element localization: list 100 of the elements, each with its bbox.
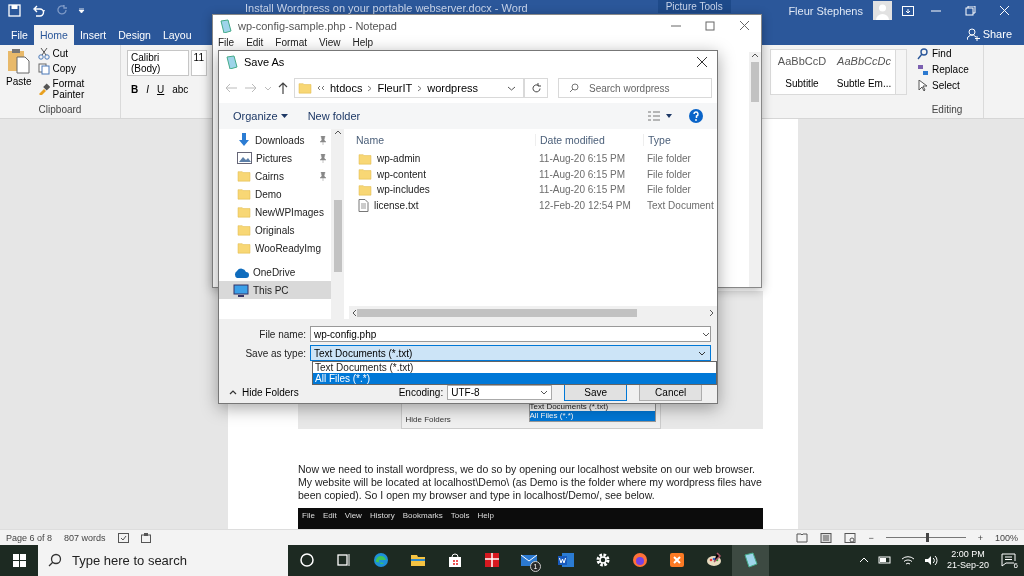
menu-item[interactable]: Format bbox=[275, 37, 308, 52]
chevron-down-icon[interactable] bbox=[506, 85, 516, 91]
font-size-field[interactable]: 11 bbox=[190, 49, 207, 76]
web-layout-icon[interactable] bbox=[844, 532, 857, 543]
navigation-scrollbar[interactable] bbox=[331, 129, 344, 319]
scrollbar-thumb[interactable] bbox=[333, 200, 342, 272]
copy-button[interactable]: Copy bbox=[37, 62, 114, 75]
breadcrumb[interactable]: wordpress bbox=[427, 82, 478, 94]
undo-icon[interactable] bbox=[31, 4, 47, 17]
gallery-scrollbar[interactable] bbox=[895, 49, 906, 94]
column-header[interactable]: Type bbox=[643, 134, 717, 146]
scrollbar-thumb[interactable] bbox=[751, 62, 759, 102]
font-name-field[interactable]: Calibri (Body) bbox=[127, 49, 189, 76]
user-name[interactable]: Fleur Stephens bbox=[788, 4, 863, 17]
address-bar[interactable]: htdocs FleurIT wordpress bbox=[294, 78, 526, 98]
refresh-button[interactable] bbox=[525, 78, 548, 98]
style-preview[interactable]: AaBbCcD bbox=[777, 55, 827, 68]
ribbon-tab[interactable]: Home bbox=[33, 24, 74, 45]
breadcrumb[interactable]: FleurIT bbox=[377, 82, 413, 94]
dropdown-option[interactable]: Text Documents (*.txt) bbox=[313, 362, 716, 373]
vertical-scrollbar[interactable] bbox=[749, 52, 761, 287]
navigation-item[interactable]: This PC bbox=[219, 281, 331, 299]
context-tab[interactable]: Picture Tools bbox=[657, 0, 731, 13]
clock[interactable]: 2:00 PM 21-Sep-20 bbox=[946, 549, 989, 572]
save-icon[interactable] bbox=[8, 4, 21, 18]
find-button[interactable]: Find bbox=[917, 47, 977, 60]
volume-icon[interactable] bbox=[923, 555, 938, 566]
customize-caret-icon[interactable] bbox=[78, 7, 85, 14]
wifi-icon[interactable] bbox=[900, 555, 915, 566]
select-button[interactable]: Select bbox=[917, 79, 977, 92]
encoding-dropdown[interactable]: UTF-8 bbox=[447, 385, 553, 400]
zoom-percent[interactable]: 100% bbox=[994, 532, 1018, 543]
ribbon-tab[interactable]: Layou bbox=[156, 24, 198, 45]
taskbar-search-input[interactable]: Type here to search bbox=[70, 552, 274, 569]
page-count[interactable]: Page 6 of 8 bbox=[6, 532, 53, 543]
scroll-right-icon[interactable] bbox=[709, 308, 714, 317]
help-icon[interactable] bbox=[689, 109, 703, 123]
read-mode-icon[interactable] bbox=[796, 532, 809, 543]
file-name-cell[interactable]: license.txt bbox=[349, 199, 535, 213]
navigation-item[interactable]: Downloads bbox=[219, 131, 331, 149]
notification-center-button[interactable]: 6 bbox=[998, 550, 1018, 571]
menu-item[interactable]: Edit bbox=[246, 37, 264, 52]
column-header[interactable]: Date modified bbox=[535, 134, 643, 146]
file-name-cell[interactable]: wp-content bbox=[349, 168, 535, 181]
organize-button[interactable]: Organize bbox=[233, 110, 288, 122]
zoom-slider-thumb[interactable] bbox=[925, 533, 929, 542]
navigation-item[interactable]: Cairns bbox=[219, 167, 331, 185]
zoom-in-button[interactable]: + bbox=[977, 532, 983, 543]
avatar-icon[interactable] bbox=[873, 1, 892, 21]
navigation-item[interactable]: Demo bbox=[219, 185, 331, 203]
style-preview[interactable]: AaBbCcDc bbox=[837, 55, 891, 68]
new-folder-button[interactable]: New folder bbox=[307, 110, 361, 122]
column-header[interactable]: Name bbox=[349, 134, 535, 146]
print-layout-icon[interactable] bbox=[820, 532, 833, 543]
menu-item[interactable]: View bbox=[319, 37, 341, 52]
horizontal-scrollbar[interactable] bbox=[349, 306, 717, 319]
replace-button[interactable]: Replace bbox=[917, 63, 977, 76]
navigation-item[interactable]: NewWPImages bbox=[219, 203, 331, 221]
breadcrumb[interactable]: htdocs bbox=[330, 82, 363, 94]
navigation-item[interactable]: Originals bbox=[219, 221, 331, 239]
view-options-icon[interactable] bbox=[647, 111, 673, 121]
file-name-cell[interactable]: wp-includes bbox=[349, 184, 535, 196]
paste-button[interactable]: Paste bbox=[6, 47, 32, 100]
close-icon[interactable] bbox=[697, 57, 707, 67]
zoom-out-button[interactable]: − bbox=[868, 532, 874, 543]
file-type-dropdown[interactable]: Text Documents (*.txt) bbox=[310, 345, 711, 361]
up-arrow-icon[interactable] bbox=[278, 82, 288, 94]
file-name-field[interactable]: wp-config.php bbox=[310, 326, 711, 342]
dropdown-option[interactable]: All Files (*.*) bbox=[313, 373, 716, 384]
scroll-left-icon[interactable] bbox=[352, 308, 357, 317]
menu-item[interactable]: File bbox=[218, 37, 235, 52]
navigation-item[interactable]: OneDrive bbox=[219, 263, 331, 281]
navigation-item[interactable]: WooReadyImg bbox=[219, 239, 331, 257]
ribbon-display-icon[interactable] bbox=[902, 5, 914, 16]
navigation-item[interactable]: Pictures bbox=[219, 149, 331, 167]
file-name-cell[interactable]: wp-admin bbox=[349, 152, 535, 165]
format-button[interactable]: B bbox=[131, 83, 139, 95]
format-button[interactable]: U bbox=[157, 83, 165, 95]
hide-folders-button[interactable]: Hide Folders bbox=[229, 387, 299, 398]
format-button[interactable]: I bbox=[146, 83, 149, 95]
cut-button[interactable]: Cut bbox=[37, 47, 114, 60]
proofing-icon[interactable] bbox=[117, 532, 129, 543]
macro-icon[interactable] bbox=[140, 532, 151, 543]
windows-logo-icon[interactable] bbox=[12, 554, 26, 567]
format-painter-button[interactable]: Format Painter bbox=[37, 77, 114, 100]
scroll-up-icon[interactable] bbox=[751, 52, 759, 58]
ribbon-tab[interactable]: Design bbox=[112, 24, 157, 45]
taskbar-search-field[interactable]: Type here to search bbox=[38, 545, 288, 576]
scroll-up-icon[interactable] bbox=[333, 129, 342, 135]
search-field[interactable]: Search wordpress bbox=[558, 78, 712, 98]
word-count[interactable]: 807 words bbox=[64, 532, 106, 543]
scrollbar-thumb[interactable] bbox=[357, 308, 637, 317]
ribbon-tab[interactable]: File bbox=[5, 24, 34, 45]
caret-up-icon[interactable] bbox=[858, 557, 869, 564]
taskbar-app-button[interactable] bbox=[732, 545, 769, 576]
battery-icon[interactable] bbox=[877, 555, 892, 566]
ribbon-tab[interactable]: Insert bbox=[73, 24, 113, 45]
share-button[interactable]: Share bbox=[966, 27, 1012, 41]
format-button[interactable]: abc bbox=[172, 83, 189, 95]
menu-item[interactable]: Help bbox=[352, 37, 374, 52]
